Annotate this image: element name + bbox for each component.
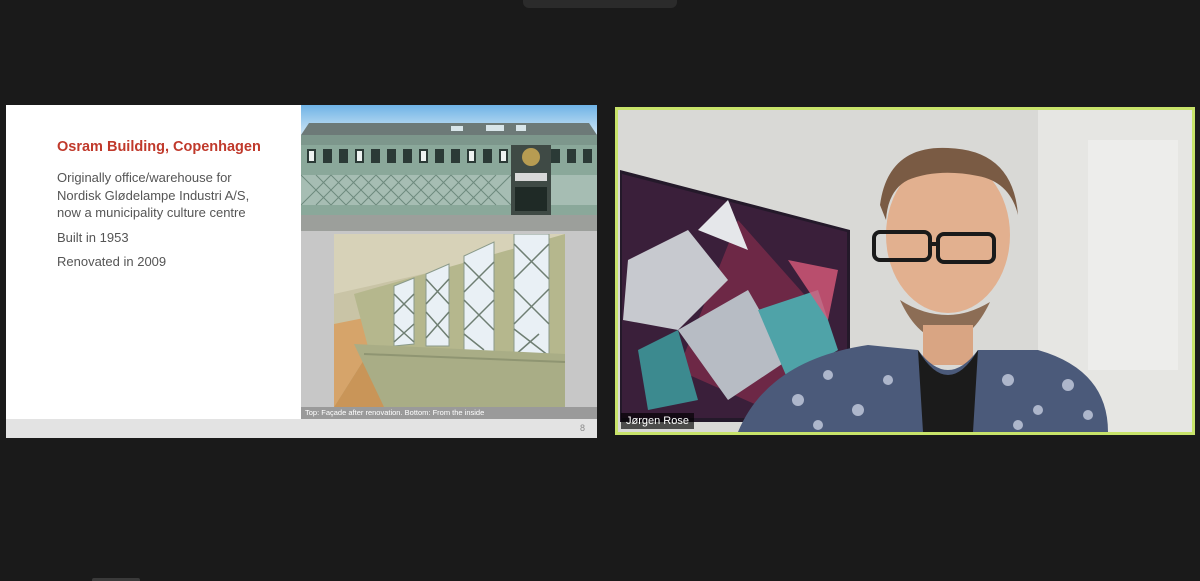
participant-video-tile[interactable]: Jørgen Rose <box>615 107 1195 435</box>
slide-text-block: Osram Building, Copenhagen Originally of… <box>57 139 297 278</box>
slide-description-line: Nordisk Glødelampe Industri A/S, <box>57 187 250 203</box>
top-toolbar-handle[interactable] <box>523 0 677 8</box>
photo-caption-bar: Top: Façade after renovation. Bottom: Fr… <box>301 407 597 419</box>
slide-built-year: Built in 1953 <box>57 229 129 245</box>
meeting-window: Osram Building, Copenhagen Originally of… <box>0 0 1200 581</box>
participant-name-label: Jørgen Rose <box>621 413 694 429</box>
interior-photo <box>334 234 565 407</box>
shared-screen-slide: Osram Building, Copenhagen Originally of… <box>6 105 597 438</box>
slide-description-line: now a municipality culture centre <box>57 205 246 220</box>
slide-page-number: 8 <box>579 423 585 433</box>
slide-description: Originally office/warehouse for Nordisk … <box>57 169 297 222</box>
interior-photo-frame <box>301 231 597 407</box>
slide-title: Osram Building, Copenhagen <box>57 139 261 155</box>
facade-photo <box>301 105 597 231</box>
slide-renovated-year: Renovated in 2009 <box>57 254 167 269</box>
photo-caption: Top: Façade after renovation. Bottom: Fr… <box>305 408 485 417</box>
slide-description-line: Originally office/warehouse for <box>57 170 232 185</box>
participant-video-feed <box>618 110 1192 432</box>
slide-footer: 8 <box>6 419 597 438</box>
